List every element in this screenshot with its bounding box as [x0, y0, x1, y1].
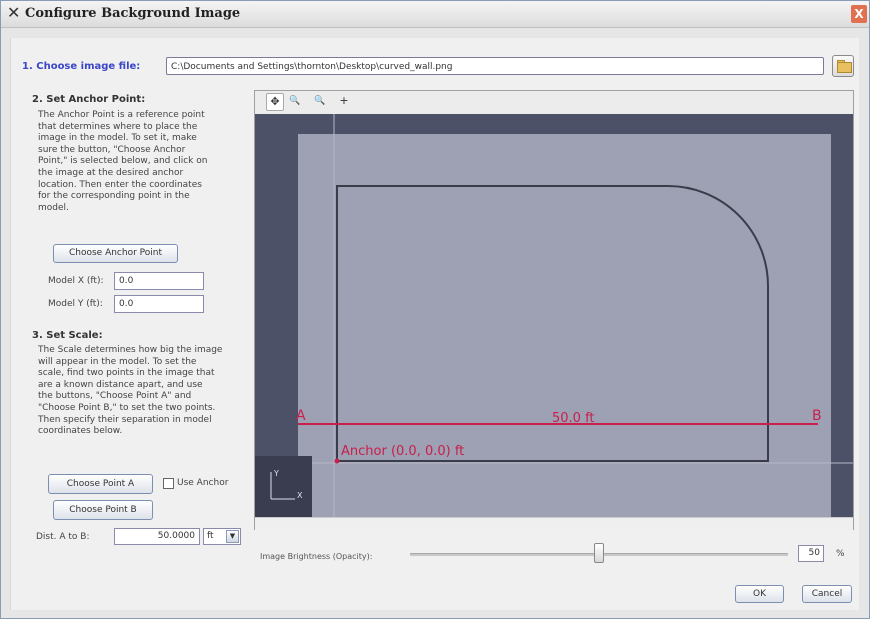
- anchor-description-line: location. Then enter the coordinates: [38, 179, 202, 190]
- anchor-description-line: The Anchor Point is a reference point: [38, 110, 205, 120]
- choose-image-file-label: 1. Choose image file:: [22, 61, 141, 72]
- distance-a-to-b-label: Dist. A to B:: [36, 532, 90, 542]
- set-anchor-point-title: 2. Set Anchor Point:: [32, 94, 146, 105]
- distance-unit-value: ft: [207, 531, 214, 541]
- axis-y-label: Y: [273, 469, 279, 478]
- zoom-in-icon[interactable]: 🔍: [287, 93, 303, 109]
- distance-unit-select[interactable]: ft ▼: [203, 528, 241, 545]
- scale-description-line: The Scale determines how big the image: [38, 345, 223, 355]
- use-anchor-label: Use Anchor: [177, 478, 229, 488]
- zoom-fit-icon[interactable]: 🔍: [312, 93, 328, 109]
- anchor-label: Anchor (0.0, 0.0) ft: [341, 444, 464, 459]
- cancel-button[interactable]: Cancel: [802, 585, 852, 603]
- choose-point-a-button[interactable]: Choose Point A: [48, 474, 153, 494]
- browse-button[interactable]: [832, 55, 854, 77]
- distance-a-to-b-field[interactable]: 50.0000: [114, 528, 200, 545]
- axis-indicator-panel: [255, 456, 312, 517]
- anchor-description-line: for the corresponding point in the: [38, 191, 190, 202]
- scale-description-line: scale, find two points in the image that: [38, 368, 215, 379]
- anchor-description-line: Point," is selected below, and click on: [38, 156, 208, 167]
- brightness-unit: %: [836, 549, 845, 559]
- anchor-description-line: the image at the desired anchor: [38, 167, 184, 178]
- folder-icon: [837, 62, 852, 73]
- scale-description: The Scale determines how big the image w…: [38, 345, 222, 438]
- choose-point-b-button[interactable]: Choose Point B: [53, 500, 153, 520]
- point-b-label: B: [812, 408, 822, 424]
- scale-description-line: are a known distance apart, and use: [38, 379, 203, 390]
- title-bar[interactable]: ✕ Configure Background Image X: [1, 1, 869, 28]
- scale-description-line: "Choose Point B," to set the two points.: [38, 402, 216, 413]
- model-x-label: Model X (ft):: [48, 276, 104, 286]
- app-icon: ✕: [7, 3, 21, 22]
- chevron-down-icon[interactable]: ▼: [226, 530, 239, 543]
- scale-description-line: the buttons, "Choose Point A" and: [38, 391, 192, 402]
- model-y-field[interactable]: 0.0: [114, 295, 204, 313]
- point-a-label: A: [296, 408, 306, 424]
- anchor-description-line: sure the button, "Choose Anchor: [38, 144, 186, 155]
- horizontal-scrollbar[interactable]: [255, 517, 853, 530]
- anchor-description-line: that determines where to place the: [38, 121, 198, 132]
- brightness-label: Image Brightness (Opacity):: [260, 552, 373, 561]
- axis-x-label: X: [297, 491, 303, 500]
- close-button[interactable]: X: [851, 5, 867, 23]
- anchor-point-description: The Anchor Point is a reference point th…: [38, 110, 207, 214]
- image-file-path-field[interactable]: C:\Documents and Settings\thornton\Deskt…: [166, 57, 824, 75]
- anchor-description-line: model.: [38, 202, 69, 213]
- ok-button[interactable]: OK: [735, 585, 784, 603]
- pan-icon[interactable]: ✥: [266, 93, 284, 111]
- brightness-value-field[interactable]: 50: [798, 545, 824, 562]
- image-canvas[interactable]: A B 50.0 ft Anchor (0.0, 0.0) ft Y X: [255, 114, 853, 517]
- anchor-marker: [334, 458, 340, 464]
- set-scale-title: 3. Set Scale:: [32, 330, 103, 341]
- background-image: [298, 134, 831, 517]
- brightness-slider-thumb[interactable]: [594, 543, 604, 563]
- model-x-field[interactable]: 0.0: [114, 272, 204, 290]
- image-canvas-svg: A B 50.0 ft Anchor (0.0, 0.0) ft Y X: [255, 114, 853, 517]
- scale-description-line: coordinates below.: [38, 426, 123, 437]
- crosshair-icon[interactable]: +: [336, 93, 352, 109]
- use-anchor-checkbox[interactable]: [163, 478, 174, 489]
- anchor-description-line: image in the model. To set it, make: [38, 133, 197, 144]
- scale-description-line: will appear in the model. To set the: [38, 356, 197, 367]
- distance-measure-label: 50.0 ft: [552, 411, 595, 426]
- model-y-label: Model Y (ft):: [48, 299, 103, 309]
- scale-description-line: Then specify their separation in model: [38, 414, 212, 425]
- window-title: Configure Background Image: [25, 6, 241, 21]
- choose-anchor-point-button[interactable]: Choose Anchor Point: [53, 244, 178, 263]
